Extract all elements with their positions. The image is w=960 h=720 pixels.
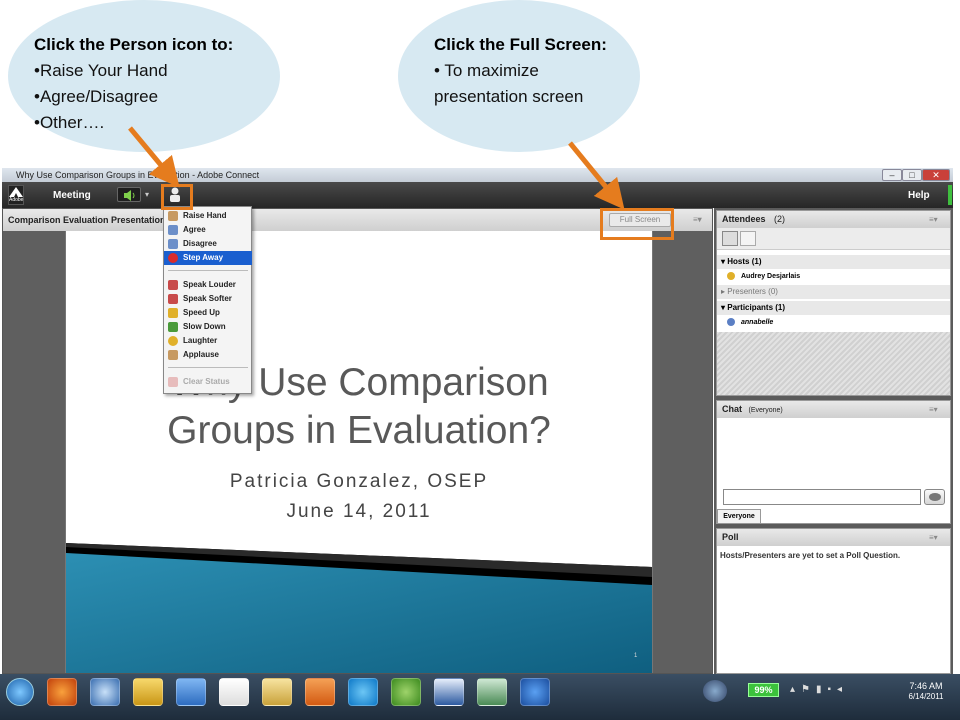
status-speak-softer[interactable]: Speak Softer	[164, 292, 252, 306]
attendees-menu-icon[interactable]: ≡▾	[929, 211, 938, 228]
start-button[interactable]	[6, 678, 34, 706]
status-clear[interactable]: Clear Status	[164, 375, 252, 389]
smiley-icon	[168, 336, 178, 346]
status-speak-louder[interactable]: Speak Louder	[164, 278, 252, 292]
hosts-label: Hosts (1)	[727, 257, 762, 266]
presenters-group[interactable]: ▸ Presenters (0)	[717, 285, 950, 299]
speaker-soft-icon	[168, 294, 178, 304]
menu-divider	[168, 367, 248, 368]
status-item-label: Speed Up	[183, 308, 220, 317]
fullscreen-arrow	[568, 141, 625, 210]
person-arrow	[128, 126, 180, 188]
share-pod-left-margin	[3, 231, 65, 673]
slide: Why Use Comparison Groups in Evaluation?…	[66, 231, 652, 673]
chat-scope: (Everyone)	[748, 407, 783, 414]
status-item-label: Clear Status	[183, 377, 230, 386]
status-applause[interactable]: Applause	[164, 348, 252, 362]
clock-time: 7:46 AM	[909, 681, 943, 691]
clock-date: 6/14/2011	[908, 692, 944, 701]
status-laughter[interactable]: Laughter	[164, 334, 252, 348]
battery-percent: 99%	[754, 685, 773, 695]
callout-arrows	[128, 126, 625, 210]
clock[interactable]: 7:46 AM 6/14/2011	[898, 681, 954, 701]
media-player-icon[interactable]	[305, 678, 335, 706]
participant-icon	[727, 318, 735, 327]
attendees-title: Attendees	[722, 214, 766, 224]
participant-name: annabelle	[741, 319, 774, 326]
speaker-loud-icon	[168, 280, 178, 290]
skype-icon[interactable]	[348, 678, 378, 706]
status-item-label: Speak Softer	[183, 294, 232, 303]
outlook-icon[interactable]	[133, 678, 163, 706]
chat-header: Chat (Everyone) ≡▾	[717, 401, 950, 418]
clear-x-icon	[168, 377, 178, 387]
slide-page-number: 1	[634, 653, 638, 659]
help-icon[interactable]	[520, 678, 550, 706]
explorer-icon[interactable]	[262, 678, 292, 706]
attendees-pod: Attendees (2) ≡▾ ▾ Hosts (1) Audrey Desj…	[716, 210, 951, 396]
status-item-label: Applause	[183, 350, 220, 359]
chat-menu-icon[interactable]: ≡▾	[929, 401, 938, 418]
status-item-label: Disagree	[183, 239, 217, 248]
status-speed-up[interactable]: Speed Up	[164, 306, 252, 320]
participants-group[interactable]: ▾ Participants (1)	[717, 301, 950, 315]
participants-label: Participants (1)	[727, 303, 786, 312]
status-item-label: Slow Down	[183, 322, 226, 331]
hosts-group[interactable]: ▾ Hosts (1)	[717, 255, 950, 269]
list-view-icon[interactable]	[722, 231, 738, 246]
attendees-header: Attendees (2) ≡▾	[717, 211, 950, 228]
slide-title-line-2: Groups in Evaluation?	[167, 409, 551, 452]
card-view-icon[interactable]	[740, 231, 756, 246]
status-step-away[interactable]: Step Away	[164, 251, 252, 265]
slide-footer-graphic	[66, 543, 652, 673]
turtle-icon	[168, 322, 178, 332]
host-icon	[727, 272, 735, 281]
chat-send-button[interactable]	[924, 489, 945, 505]
firefox-icon[interactable]	[47, 678, 77, 706]
status-item-label: Step Away	[183, 253, 224, 262]
slide-author: Patricia Gonzalez, OSEP	[229, 471, 489, 492]
chat-message-input[interactable]	[723, 489, 921, 505]
word-icon[interactable]	[434, 678, 464, 706]
share-pod: Comparison Evaluation Presentation Full …	[2, 208, 713, 674]
poll-menu-icon[interactable]: ≡▾	[929, 529, 938, 546]
tray-icons[interactable]: ▴⚑▮▪◂	[790, 684, 890, 698]
poll-title: Poll	[722, 532, 739, 542]
status-item-label: Laughter	[183, 336, 218, 345]
host-row[interactable]: Audrey Desjarlais	[717, 270, 950, 284]
speech-bubble-icon	[929, 493, 941, 501]
attendees-toolbar	[717, 228, 950, 250]
itunes-icon[interactable]	[90, 678, 120, 706]
slide-date: June 14, 2011	[286, 501, 432, 522]
chat-title: Chat	[722, 404, 742, 414]
attendees-empty-area	[717, 332, 950, 395]
menu-divider	[168, 270, 248, 271]
poll-header: Poll ≡▾	[717, 529, 950, 546]
applause-icon	[168, 350, 178, 360]
acrobat-icon[interactable]	[219, 678, 249, 706]
participant-row[interactable]: annabelle	[717, 316, 950, 330]
thumbs-down-icon	[168, 239, 178, 249]
dropbox-icon[interactable]	[176, 678, 206, 706]
chat-tab-everyone[interactable]: Everyone	[717, 509, 761, 523]
keyboard-language-icon[interactable]	[703, 680, 727, 702]
poll-message: Hosts/Presenters are yet to set a Poll Q…	[720, 551, 901, 560]
attendees-count: (2)	[774, 214, 786, 224]
slide-title-line-1: Why Use Comparison	[169, 361, 549, 404]
poll-pod: Poll ≡▾ Hosts/Presenters are yet to set …	[716, 528, 951, 674]
share-pod-right-margin	[653, 231, 712, 673]
step-away-icon	[168, 253, 178, 263]
host-name: Audrey Desjarlais	[741, 273, 801, 280]
battery-indicator[interactable]: 99%	[748, 683, 779, 697]
messenger-icon[interactable]	[391, 678, 421, 706]
status-item-label: Speak Louder	[183, 280, 236, 289]
connect-app-icon[interactable]	[477, 678, 507, 706]
chat-pod: Chat (Everyone) ≡▾ Everyone	[716, 400, 951, 524]
status-slow-down[interactable]: Slow Down	[164, 320, 252, 334]
chat-tab-label: Everyone	[723, 513, 755, 520]
screenshot-root: Click the Person icon to: •Raise Your Ha…	[0, 0, 960, 720]
rabbit-icon	[168, 308, 178, 318]
presenters-label: Presenters (0)	[727, 287, 778, 296]
